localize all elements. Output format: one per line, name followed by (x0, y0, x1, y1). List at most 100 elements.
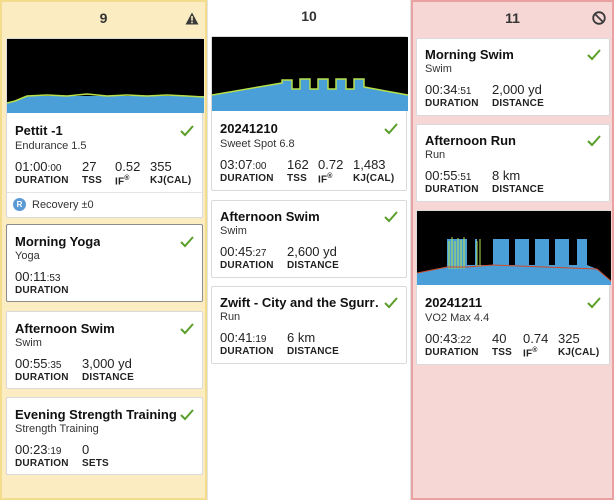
workout-card[interactable]: Morning Yoga Yoga 00:11:53 DURATION (6, 224, 203, 302)
completed-check-icon (180, 125, 194, 137)
duration-value: 01:00:00 (15, 159, 62, 174)
duration-label: DURATION (220, 173, 274, 184)
kj-value: 355 (150, 159, 172, 174)
workout-subtitle: Strength Training (15, 423, 99, 435)
recovery-row: R Recovery ±0 (13, 198, 94, 211)
distance-value: 2,600 yd (287, 244, 337, 259)
day-date: 11 (505, 10, 520, 26)
if-value: 0.52 (115, 159, 141, 174)
workout-title: Afternoon Run (425, 133, 516, 148)
distance-label: DISTANCE (82, 372, 134, 383)
workout-subtitle: Sweet Spot 6.8 (220, 138, 295, 150)
workout-title: Evening Strength Training (15, 407, 177, 422)
duration-value: 00:11:53 (15, 269, 61, 284)
duration-label: DURATION (15, 458, 69, 469)
workout-title: Morning Yoga (15, 234, 101, 249)
workout-graph (417, 211, 611, 285)
workout-graph (7, 39, 204, 113)
workout-card[interactable]: Afternoon Swim Swim 00:55:35 3,000 yd DU… (6, 311, 203, 389)
distance-value: 6 km (287, 330, 316, 345)
if-label: IF® (523, 347, 538, 360)
tss-value: 40 (492, 331, 507, 346)
workout-card[interactable]: Afternoon Run Run 00:55:51 8 km DURATION… (416, 124, 610, 202)
workout-title: Pettit -1 (15, 123, 63, 138)
completed-check-icon (384, 297, 398, 309)
sets-value: 0 (82, 442, 90, 457)
completed-check-icon (180, 236, 194, 248)
distance-value: 8 km (492, 168, 521, 183)
kj-value: 1,483 (353, 157, 386, 172)
duration-value: 00:45:27 (220, 244, 267, 259)
workout-card[interactable]: Pettit -1 Endurance 1.5 01:00:00 27 0.52… (6, 38, 204, 218)
day-header: 11 (413, 2, 612, 34)
workout-subtitle: Swim (220, 225, 247, 237)
tss-value: 162 (287, 157, 309, 172)
workout-title: Afternoon Swim (220, 209, 320, 224)
workout-title: 20241211 (425, 295, 483, 310)
day-header: 9 (2, 2, 205, 34)
workout-card[interactable]: 20241210 Sweet Spot 6.8 03:07:00 162 0.7… (211, 36, 408, 191)
distance-value: 2,000 yd (492, 82, 542, 97)
duration-label: DURATION (15, 372, 69, 383)
duration-label: DURATION (15, 175, 69, 186)
duration-label: DURATION (15, 285, 69, 296)
distance-label: DISTANCE (492, 184, 544, 195)
completed-check-icon (587, 49, 601, 61)
workout-subtitle: VO2 Max 4.4 (425, 312, 490, 324)
completed-check-icon (180, 323, 194, 335)
day-date: 9 (99, 10, 108, 26)
workout-title: Afternoon Swim (15, 321, 115, 336)
duration-value: 00:41:19 (220, 330, 267, 345)
distance-value: 3,000 yd (82, 356, 132, 371)
kj-label: KJ(CAL) (558, 347, 600, 358)
workout-subtitle: Run (220, 311, 241, 323)
duration-label: DURATION (425, 184, 479, 195)
workout-title: 20241210 (220, 121, 278, 136)
calendar-week: 9 Pettit -1 Endurance 1.5 01:00:00 27 0.… (0, 0, 614, 500)
completed-check-icon (587, 297, 601, 309)
recovery-icon: R (13, 198, 26, 211)
if-label: IF® (318, 173, 333, 186)
no-entry-icon[interactable] (592, 11, 606, 25)
tss-label: TSS (492, 347, 513, 358)
duration-value: 00:23:19 (15, 442, 62, 457)
duration-label: DURATION (220, 346, 274, 357)
sets-label: SETS (82, 458, 109, 469)
kj-value: 325 (558, 331, 580, 346)
workout-card[interactable]: Afternoon Swim Swim 00:45:27 2,600 yd DU… (211, 200, 407, 278)
if-value: 0.74 (523, 331, 549, 346)
day-column-10: 10 20241210 Sweet Spot 6.8 03:07:00 162 … (207, 0, 411, 500)
duration-label: DURATION (425, 98, 479, 109)
workout-subtitle: Swim (15, 337, 42, 349)
day-column-9: 9 Pettit -1 Endurance 1.5 01:00:00 27 0.… (0, 0, 207, 500)
kj-label: KJ(CAL) (353, 173, 395, 184)
if-value: 0.72 (318, 157, 344, 172)
workout-subtitle: Endurance 1.5 (15, 140, 87, 152)
completed-check-icon (384, 123, 398, 135)
distance-label: DISTANCE (287, 260, 339, 271)
day-column-11: 11 Morning Swim Swim 00:34:51 2,000 yd D… (411, 0, 614, 500)
distance-label: DISTANCE (492, 98, 544, 109)
workout-card[interactable]: Evening Strength Training Strength Train… (6, 397, 203, 475)
warning-icon[interactable] (185, 12, 199, 25)
completed-check-icon (587, 135, 601, 147)
if-label: IF® (115, 175, 130, 188)
duration-value: 03:07:00 (220, 157, 267, 172)
workout-card[interactable]: 20241211 VO2 Max 4.4 00:43:22 40 0.74 32… (416, 210, 611, 365)
day-header: 10 (208, 0, 410, 32)
completed-check-icon (180, 409, 194, 421)
workout-card[interactable]: Zwift - City and the Sgurr… Run 00:41:19… (211, 286, 407, 364)
workout-subtitle: Yoga (15, 250, 40, 262)
tss-label: TSS (287, 173, 308, 184)
duration-label: DURATION (220, 260, 274, 271)
divider (7, 192, 202, 193)
workout-card[interactable]: Morning Swim Swim 00:34:51 2,000 yd DURA… (416, 38, 610, 116)
distance-label: DISTANCE (287, 346, 339, 357)
kj-label: KJ(CAL) (150, 175, 192, 186)
recovery-text: Recovery ±0 (32, 198, 94, 211)
completed-check-icon (384, 211, 398, 223)
workout-subtitle: Run (425, 149, 446, 161)
duration-value: 00:34:51 (425, 82, 472, 97)
workout-title: Morning Swim (425, 47, 514, 62)
workout-title: Zwift - City and the Sgurr… (220, 295, 380, 310)
